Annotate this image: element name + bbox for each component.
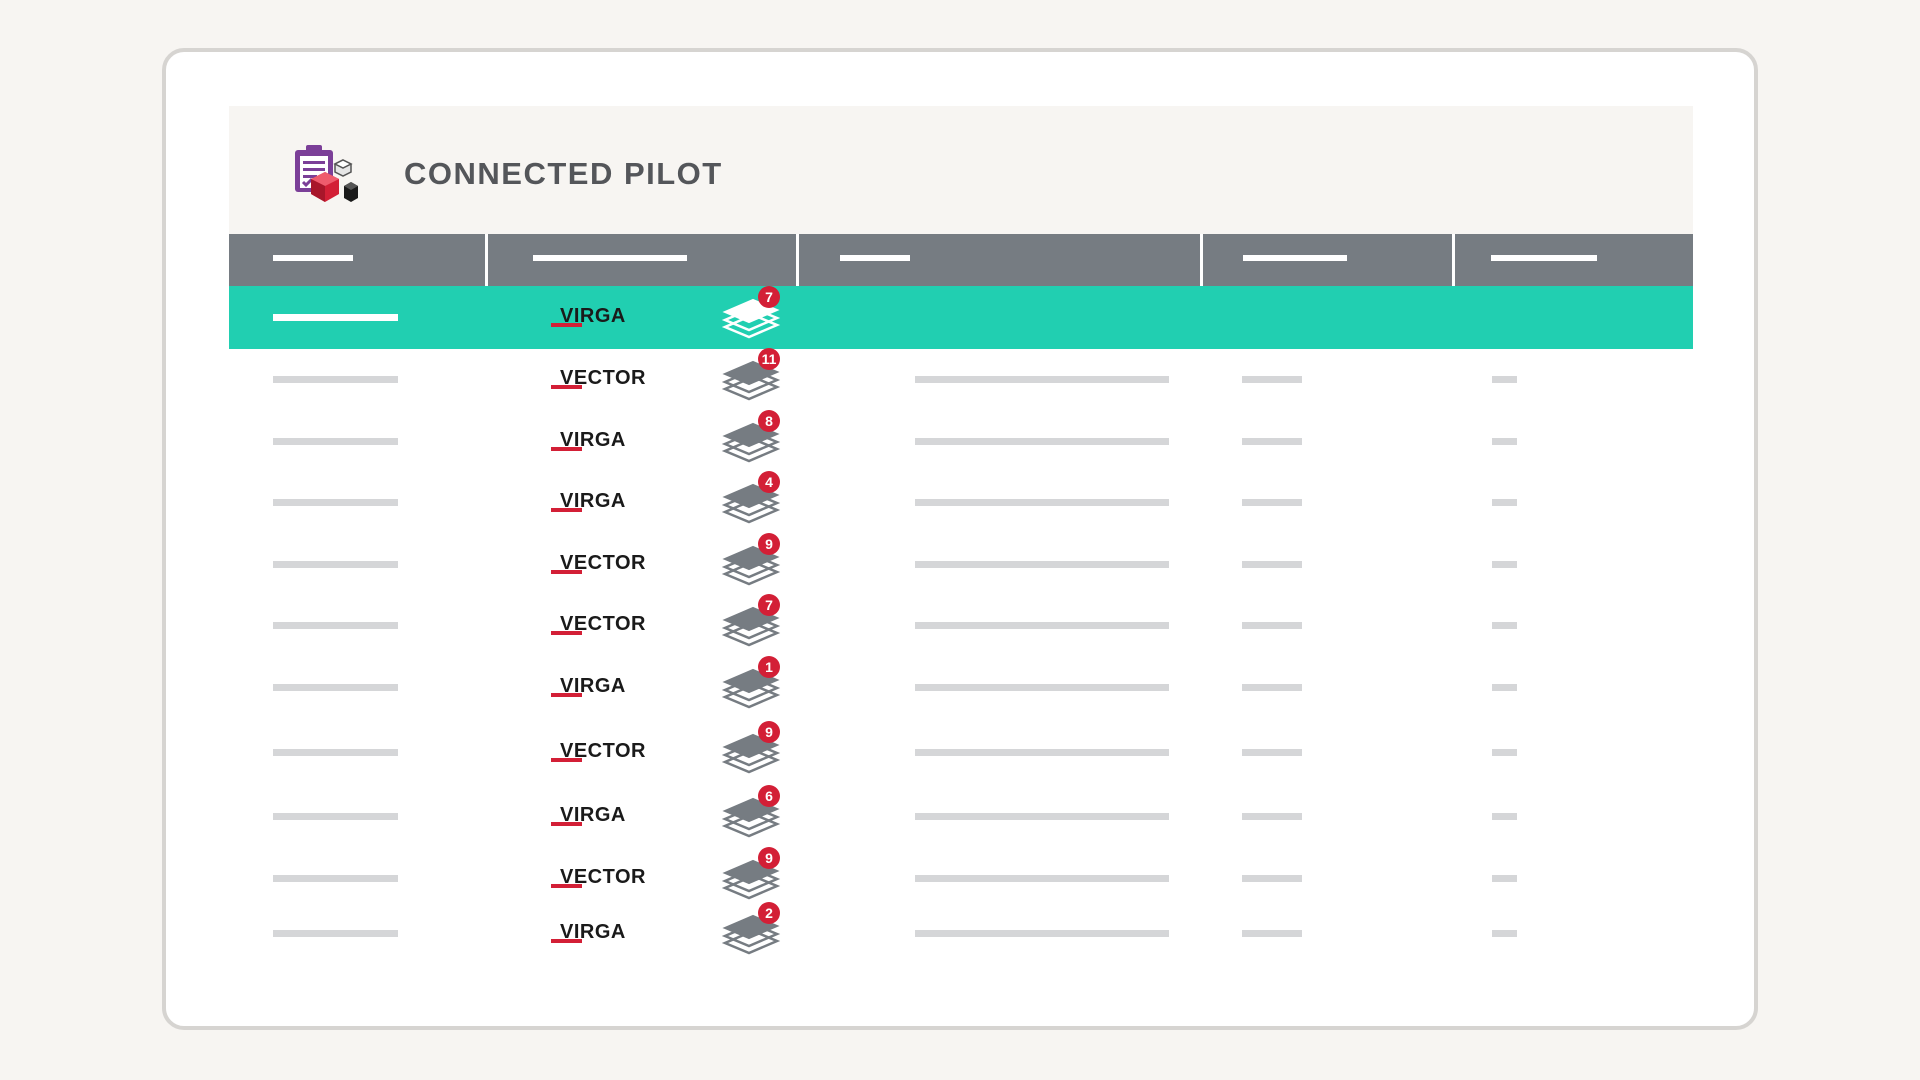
table-body: VIRGA 7 VECTOR 11 VIRGA 8 VIRGA 4 VECTOR 9 VECTOR 7…	[229, 286, 1693, 955]
cell-placeholder-id	[273, 875, 398, 882]
column-divider	[1452, 234, 1455, 286]
count-badge: 9	[758, 721, 780, 743]
table-row[interactable]: VECTOR 7	[229, 594, 1693, 653]
cell-placeholder-description	[915, 438, 1169, 445]
column-divider	[1200, 234, 1203, 286]
cell-placeholder-flag	[1492, 749, 1517, 756]
count-badge: 7	[758, 286, 780, 308]
cell-placeholder-id	[273, 499, 398, 506]
cell-placeholder-id	[273, 622, 398, 629]
cell-placeholder-flag	[1492, 376, 1517, 383]
count-badge: 6	[758, 785, 780, 807]
cell-placeholder-flag	[1492, 813, 1517, 820]
row-name: VECTOR	[560, 367, 646, 389]
clipboard-cubes-logo-icon	[295, 145, 358, 202]
table-row[interactable]: VIRGA 2	[229, 902, 1693, 961]
row-name: VIRGA	[560, 675, 626, 697]
cell-placeholder-flag	[1492, 561, 1517, 568]
cell-placeholder-id	[273, 749, 398, 756]
cell-placeholder-description	[915, 376, 1169, 383]
cell-placeholder-description	[915, 622, 1169, 629]
row-name: VECTOR	[560, 866, 646, 888]
cell-placeholder-id	[273, 438, 398, 445]
count-badge: 1	[758, 656, 780, 678]
page-title: CONNECTED PILOT	[404, 156, 723, 191]
row-name: VIRGA	[560, 804, 626, 826]
cell-placeholder-flag	[1492, 438, 1517, 445]
cell-placeholder-description	[915, 749, 1169, 756]
table-row[interactable]: VECTOR 9	[229, 847, 1693, 906]
cell-placeholder-description	[915, 499, 1169, 506]
cell-placeholder-id	[273, 684, 398, 691]
cell-placeholder-value	[1242, 749, 1302, 756]
row-name: VIRGA	[560, 921, 626, 943]
cell-placeholder-description	[915, 875, 1169, 882]
row-name: VECTOR	[560, 740, 646, 762]
cell-placeholder-flag	[1492, 875, 1517, 882]
column-divider	[796, 234, 799, 286]
table-row[interactable]: VIRGA 6	[229, 785, 1693, 844]
cell-placeholder-id	[273, 930, 398, 937]
cell-placeholder-id	[273, 813, 398, 820]
column-header-2[interactable]	[533, 255, 687, 261]
count-badge: 7	[758, 594, 780, 616]
cell-placeholder-id	[273, 376, 398, 383]
panel-header: CONNECTED PILOT	[229, 106, 1693, 234]
cell-placeholder-value	[1242, 438, 1302, 445]
cell-placeholder-flag	[1492, 930, 1517, 937]
column-header-5[interactable]	[1491, 255, 1597, 261]
connected-pilot-panel: CONNECTED PILOT VIRGA 7 VECTOR 11 VIRGA 8 VIRG…	[229, 106, 1693, 955]
table-row[interactable]: VIRGA 8	[229, 410, 1693, 469]
row-name: VIRGA	[560, 429, 626, 451]
cell-placeholder-description	[915, 684, 1169, 691]
cell-placeholder-value	[1242, 376, 1302, 383]
column-header-4[interactable]	[1243, 255, 1347, 261]
table-row[interactable]: VECTOR 9	[229, 721, 1693, 780]
count-badge: 4	[758, 471, 780, 493]
cell-placeholder-value	[1242, 684, 1302, 691]
row-name: VECTOR	[560, 613, 646, 635]
cell-placeholder-description	[915, 930, 1169, 937]
cell-placeholder-description	[915, 561, 1169, 568]
cell-placeholder-value	[1242, 875, 1302, 882]
table-column-header	[229, 234, 1693, 286]
cell-placeholder-flag	[1492, 499, 1517, 506]
count-badge: 9	[758, 533, 780, 555]
table-row[interactable]: VECTOR 11	[229, 348, 1693, 407]
table-row[interactable]: VECTOR 9	[229, 533, 1693, 592]
row-name: VIRGA	[560, 490, 626, 512]
table-row-selected[interactable]: VIRGA 7	[229, 286, 1693, 349]
cell-placeholder-value	[1242, 622, 1302, 629]
count-badge: 9	[758, 847, 780, 869]
row-name: VECTOR	[560, 552, 646, 574]
column-header-3[interactable]	[840, 255, 910, 261]
cell-placeholder-value	[1242, 930, 1302, 937]
count-badge: 2	[758, 902, 780, 924]
table-row[interactable]: VIRGA 1	[229, 656, 1693, 715]
column-header-1[interactable]	[273, 255, 353, 261]
count-badge: 11	[758, 348, 780, 370]
cell-placeholder-value	[1242, 561, 1302, 568]
cell-placeholder-flag	[1492, 622, 1517, 629]
cell-placeholder-description	[915, 813, 1169, 820]
table-row[interactable]: VIRGA 4	[229, 471, 1693, 530]
cell-placeholder-value	[1242, 499, 1302, 506]
column-divider	[485, 234, 488, 286]
cell-placeholder-flag	[1492, 684, 1517, 691]
cell-placeholder-id	[273, 314, 398, 321]
cell-placeholder-value	[1242, 813, 1302, 820]
count-badge: 8	[758, 410, 780, 432]
cell-placeholder-id	[273, 561, 398, 568]
row-name: VIRGA	[560, 305, 626, 327]
